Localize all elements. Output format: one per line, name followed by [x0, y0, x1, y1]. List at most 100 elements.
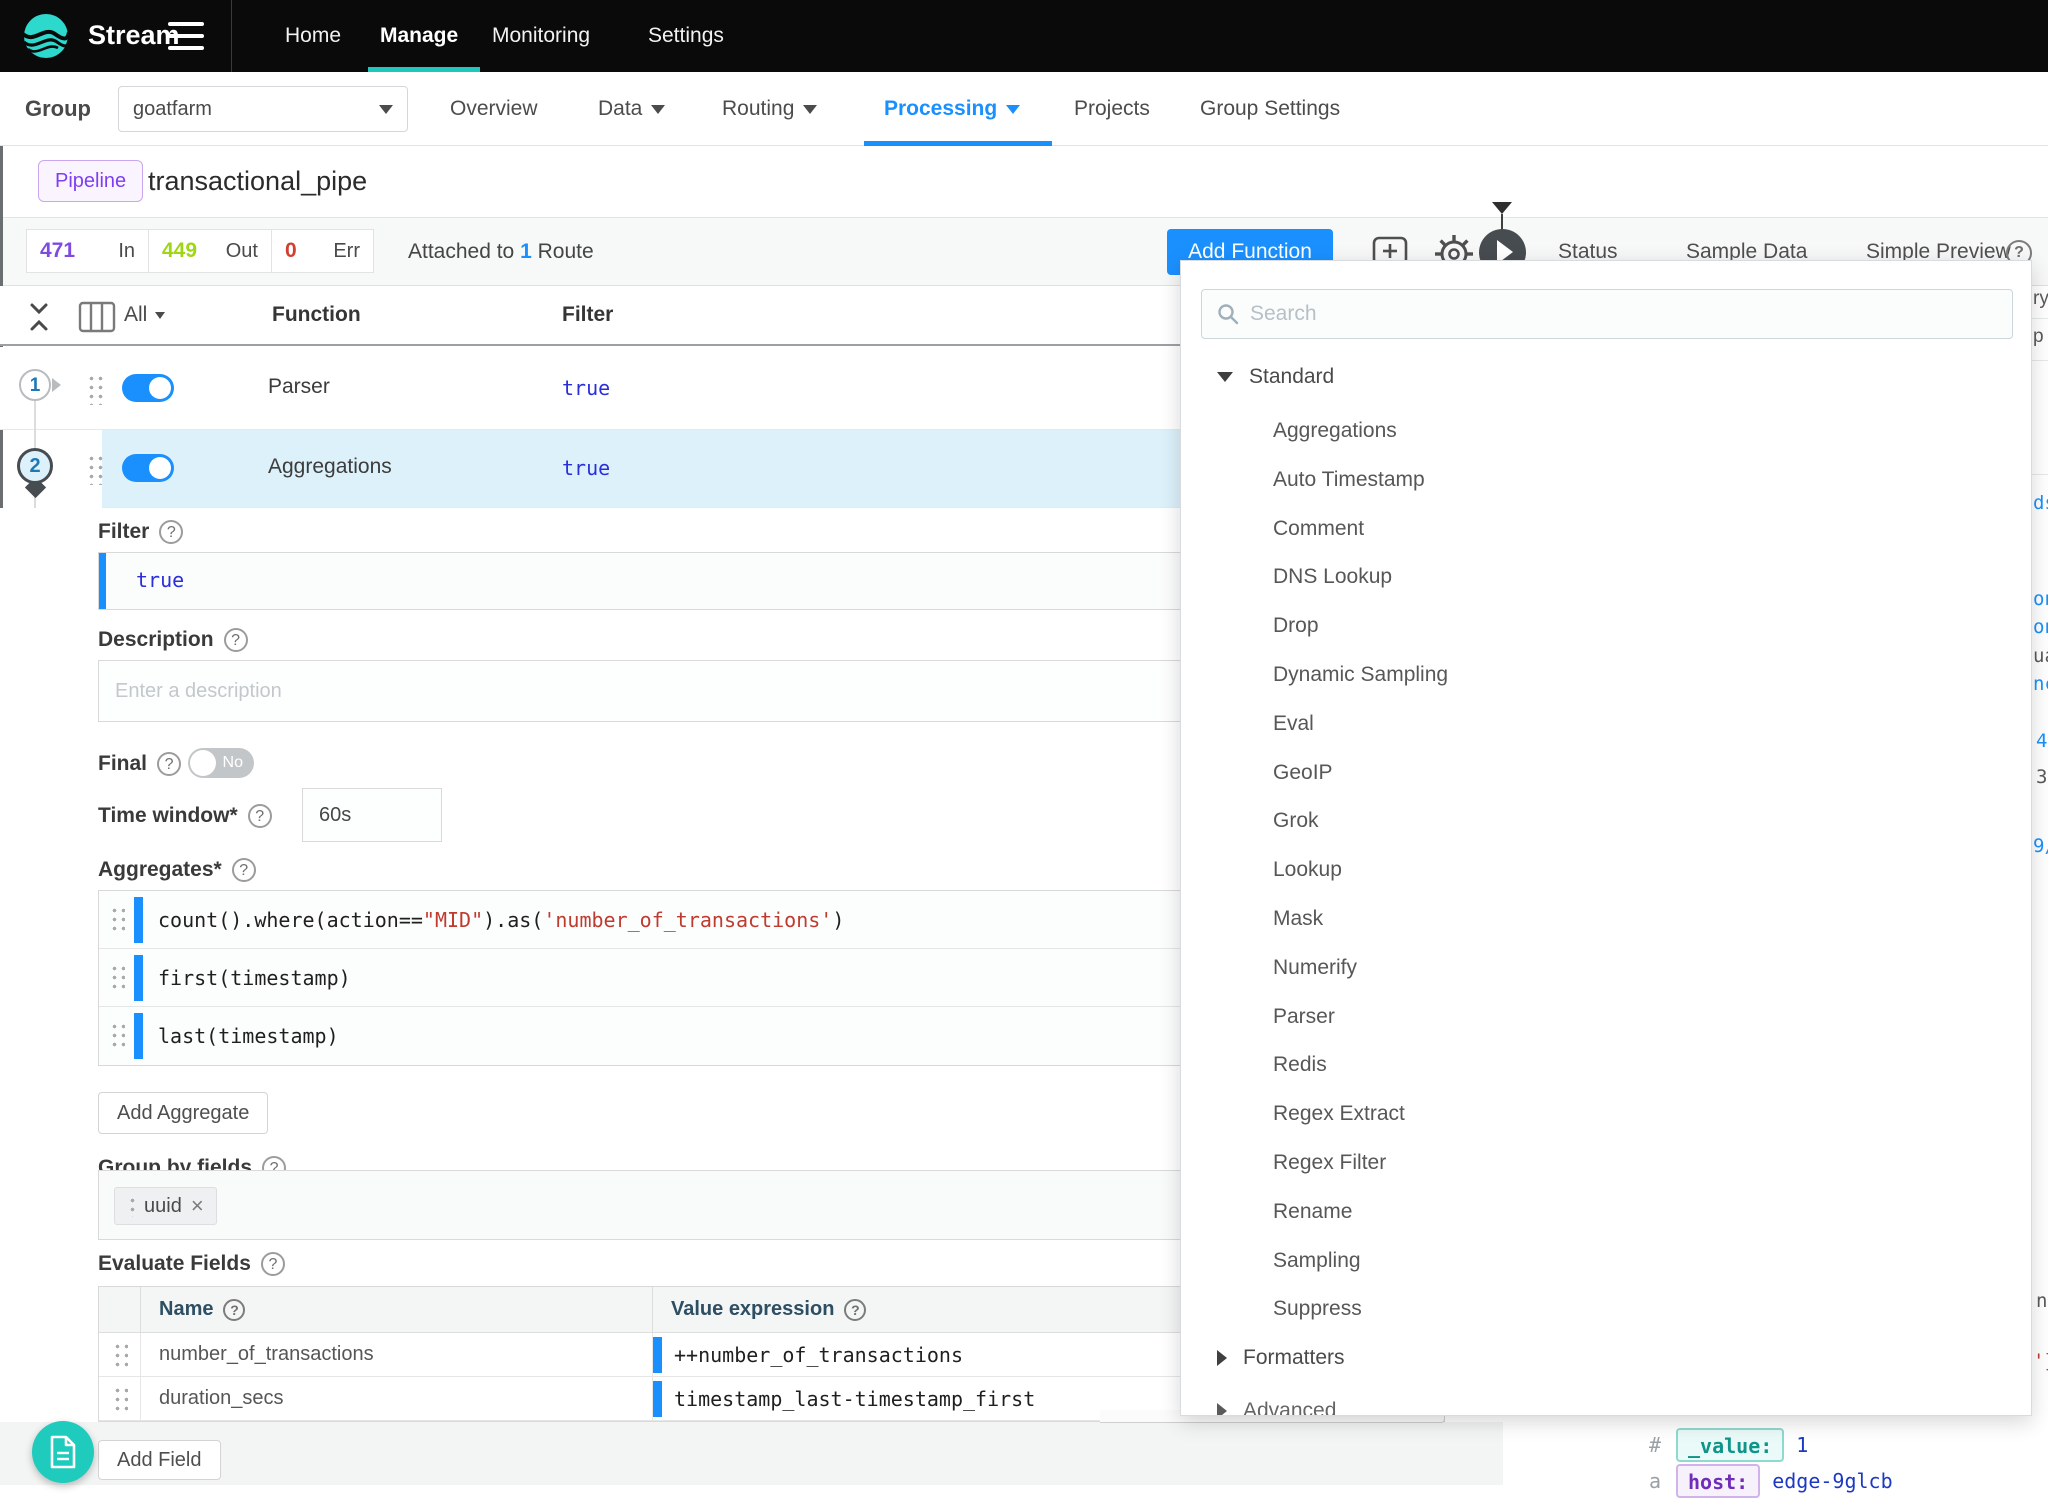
aggregate-expression: last(timestamp) — [158, 1024, 339, 1048]
function-filter-value: true — [562, 456, 610, 480]
splitter-handle-icon[interactable] — [1492, 202, 1512, 214]
drag-handle-icon[interactable] — [109, 1021, 125, 1051]
nav-settings[interactable]: Settings — [648, 0, 724, 72]
function-option-mask[interactable]: Mask — [1273, 897, 1323, 941]
stats-chips: 471 In 449 Out 0 Err — [26, 229, 373, 273]
column-header-filter[interactable]: Filter — [562, 286, 613, 344]
group-select-value: goatfarm — [133, 98, 212, 121]
tab-data[interactable]: Data — [598, 72, 665, 146]
help-icon[interactable]: ? — [844, 1299, 866, 1321]
brand-name: Stream — [88, 20, 180, 51]
preview-fragment: on — [2033, 616, 2048, 638]
function-option-rename[interactable]: Rename — [1273, 1190, 1352, 1234]
filter-expression-value: true — [136, 568, 184, 592]
function-option-comment[interactable]: Comment — [1273, 507, 1364, 551]
description-field-label: Description? — [98, 628, 248, 652]
chevron-down-icon — [1217, 372, 1233, 382]
function-option-redis[interactable]: Redis — [1273, 1043, 1327, 1087]
drag-handle-icon[interactable] — [127, 1195, 135, 1217]
group-standard[interactable]: Standard — [1217, 355, 1334, 399]
drag-handle-icon[interactable] — [86, 453, 104, 485]
function-option-dynamic-sampling[interactable]: Dynamic Sampling — [1273, 653, 1448, 697]
help-icon[interactable]: ? — [224, 628, 248, 652]
preview-fragment: nc — [2033, 673, 2048, 695]
add-aggregate-button[interactable]: Add Aggregate — [98, 1092, 268, 1134]
help-icon[interactable]: ? — [223, 1299, 245, 1321]
parser-enabled-toggle[interactable] — [122, 374, 174, 402]
function-option-regex-filter[interactable]: Regex Filter — [1273, 1141, 1386, 1185]
help-icon[interactable]: ? — [232, 858, 256, 882]
help-icon[interactable]: ? — [159, 520, 183, 544]
drag-handle-icon[interactable] — [109, 905, 125, 935]
function-option-regex-extract[interactable]: Regex Extract — [1273, 1092, 1405, 1136]
help-icon[interactable]: ? — [157, 752, 181, 776]
time-window-input[interactable] — [302, 788, 442, 842]
collapse-rows-icon[interactable] — [28, 301, 50, 333]
final-field-label: Final? — [98, 752, 181, 776]
step-number-1: 1 — [19, 369, 51, 401]
remove-tag-icon[interactable]: × — [191, 1193, 204, 1219]
function-option-auto-timestamp[interactable]: Auto Timestamp — [1273, 458, 1425, 502]
top-nav: Stream Home Manage Monitoring Settings — [0, 0, 2048, 72]
stream-logo-icon — [22, 12, 70, 60]
group-formatters[interactable]: Formatters — [1217, 1336, 1345, 1380]
preview-fragment: 4 — [2036, 730, 2047, 752]
function-option-lookup[interactable]: Lookup — [1273, 848, 1342, 892]
drag-handle-icon[interactable] — [86, 373, 104, 405]
group-by-tag-uuid[interactable]: uuid × — [114, 1187, 217, 1225]
function-option-parser[interactable]: Parser — [1273, 995, 1335, 1039]
drag-handle-icon[interactable] — [112, 1341, 128, 1369]
brand-block: Stream — [0, 0, 232, 72]
column-header-function[interactable]: Function — [272, 286, 361, 344]
page-title: transactional_pipe — [148, 146, 367, 218]
group-select[interactable]: goatfarm — [118, 86, 408, 132]
search-input[interactable] — [1250, 302, 1998, 326]
filter-field-label: Filter? — [98, 520, 183, 544]
field-key-badge[interactable]: host: — [1676, 1464, 1760, 1498]
document-icon — [48, 1435, 78, 1469]
nav-manage[interactable]: Manage — [380, 0, 458, 72]
notes-fab-button[interactable] — [32, 1421, 94, 1483]
aggregates-field-label: Aggregates*? — [98, 858, 256, 882]
field-name[interactable]: duration_secs — [141, 1377, 653, 1420]
nav-monitoring[interactable]: Monitoring — [492, 0, 590, 72]
column-header-name: Name? — [141, 1287, 653, 1332]
title-bar: Pipeline transactional_pipe — [0, 146, 2048, 218]
function-option-dns-lookup[interactable]: DNS Lookup — [1273, 555, 1392, 599]
function-option-geoip[interactable]: GeoIP — [1273, 751, 1333, 795]
step-number-2: 2 — [17, 448, 53, 484]
drag-handle-icon[interactable] — [112, 1385, 128, 1413]
drag-handle-icon[interactable] — [109, 963, 125, 993]
all-filter-dropdown[interactable]: All — [124, 286, 165, 344]
step-1-pointer-icon — [52, 378, 61, 392]
tab-projects[interactable]: Projects — [1074, 72, 1150, 146]
tab-routing[interactable]: Routing — [722, 72, 817, 146]
final-toggle[interactable]: No — [188, 748, 254, 778]
aggregations-enabled-toggle[interactable] — [122, 454, 174, 482]
function-option-drop[interactable]: Drop — [1273, 604, 1319, 648]
function-option-grok[interactable]: Grok — [1273, 799, 1319, 843]
function-option-aggregations[interactable]: Aggregations — [1273, 409, 1397, 453]
preview-kv-row: # _value: 1 — [1646, 1428, 1808, 1462]
help-icon[interactable]: ? — [261, 1252, 285, 1276]
tab-processing[interactable]: Processing — [884, 72, 1020, 146]
group-advanced[interactable]: Advanced — [1217, 1389, 1336, 1416]
field-type-indicator: a — [1646, 1469, 1664, 1493]
function-search[interactable] — [1201, 289, 2013, 339]
function-option-sampling[interactable]: Sampling — [1273, 1239, 1361, 1283]
function-option-suppress[interactable]: Suppress — [1273, 1287, 1362, 1331]
field-name[interactable]: number_of_transactions — [141, 1333, 653, 1376]
function-option-eval[interactable]: Eval — [1273, 702, 1314, 746]
nav-home[interactable]: Home — [285, 0, 341, 72]
chevron-down-icon — [155, 312, 165, 319]
stat-in-label: In — [118, 240, 135, 263]
add-field-button[interactable]: Add Field — [98, 1440, 221, 1480]
field-key-badge[interactable]: _value: — [1676, 1428, 1784, 1462]
columns-icon[interactable] — [78, 301, 116, 333]
chevron-down-icon — [651, 105, 665, 114]
tab-overview[interactable]: Overview — [450, 72, 538, 146]
tab-group-settings[interactable]: Group Settings — [1200, 72, 1340, 146]
function-option-numerify[interactable]: Numerify — [1273, 946, 1357, 990]
help-icon[interactable]: ? — [248, 804, 272, 828]
hamburger-menu-icon[interactable] — [168, 22, 204, 50]
